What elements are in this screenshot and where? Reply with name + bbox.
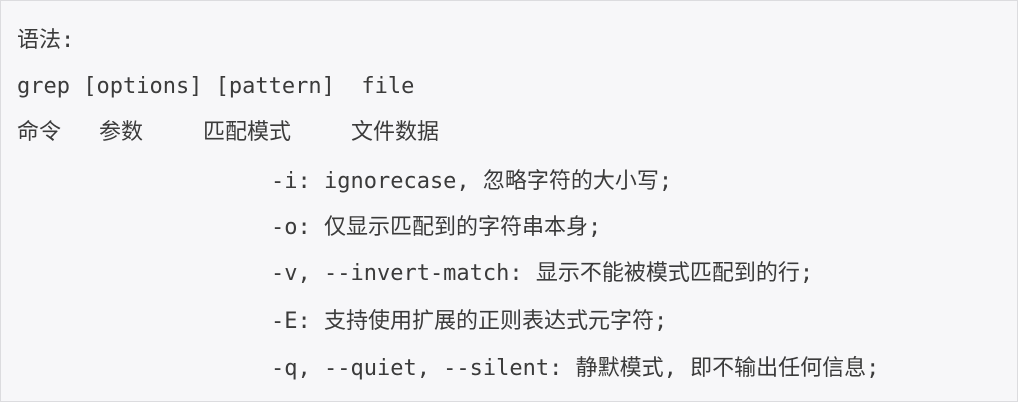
option-v: -v, --invert-match: 显示不能被模式匹配到的行; bbox=[271, 261, 814, 286]
option-o: -o: 仅显示匹配到的字符串本身; bbox=[271, 215, 602, 240]
column-command: 命令 bbox=[17, 120, 62, 145]
usage-line: grep [options] [pattern] file bbox=[17, 74, 415, 99]
option-q: -q, --quiet, --silent: 静默模式, 即不输出任何信息; bbox=[271, 356, 880, 381]
column-params: 参数 bbox=[99, 120, 144, 145]
usage-columns: 命令 参数 匹配模式 文件数据 bbox=[17, 118, 617, 148]
option-i: -i: ignorecase, 忽略字符的大小写; bbox=[271, 169, 673, 194]
option-E: -E: 支持使用扩展的正则表达式元字符; bbox=[271, 309, 668, 334]
syntax-label: 语法: bbox=[17, 28, 75, 53]
column-pattern: 匹配模式 bbox=[203, 120, 292, 145]
column-file: 文件数据 bbox=[351, 120, 440, 145]
document-panel: 语法: grep [options] [pattern] file 命令 参数 … bbox=[0, 0, 1018, 402]
